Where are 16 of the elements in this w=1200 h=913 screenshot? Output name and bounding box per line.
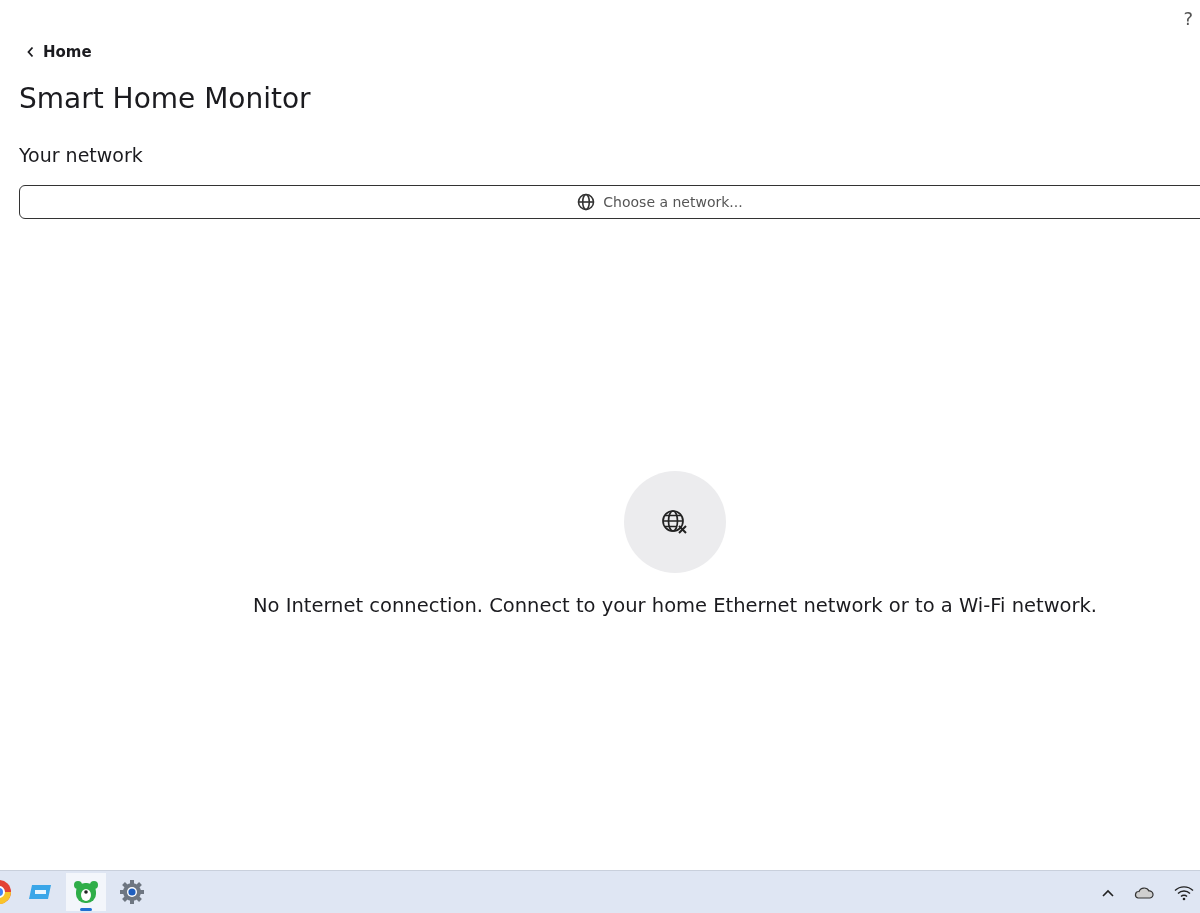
no-connection-message: No Internet connection. Connect to your home Ethernet network or to a Wi-Fi network.	[252, 593, 1098, 619]
globe-icon	[577, 193, 596, 211]
page-title: Smart Home Monitor	[19, 81, 311, 117]
globe-x-icon	[661, 509, 689, 535]
section-heading: Your network	[19, 143, 143, 168]
chevron-left-icon	[26, 46, 35, 59]
chevron-up-icon[interactable]	[1102, 888, 1114, 897]
gear-icon	[119, 879, 145, 905]
bear-icon	[73, 880, 99, 904]
help-button[interactable]: ?	[1183, 5, 1193, 32]
taskbar-app-button[interactable]	[66, 873, 106, 911]
choose-network-button[interactable]: Choose a network...	[19, 185, 1200, 219]
wifi-icon[interactable]	[1174, 884, 1194, 901]
window-icon	[28, 883, 52, 901]
back-link[interactable]: Home	[26, 41, 92, 64]
cloud-icon[interactable]	[1134, 886, 1154, 899]
